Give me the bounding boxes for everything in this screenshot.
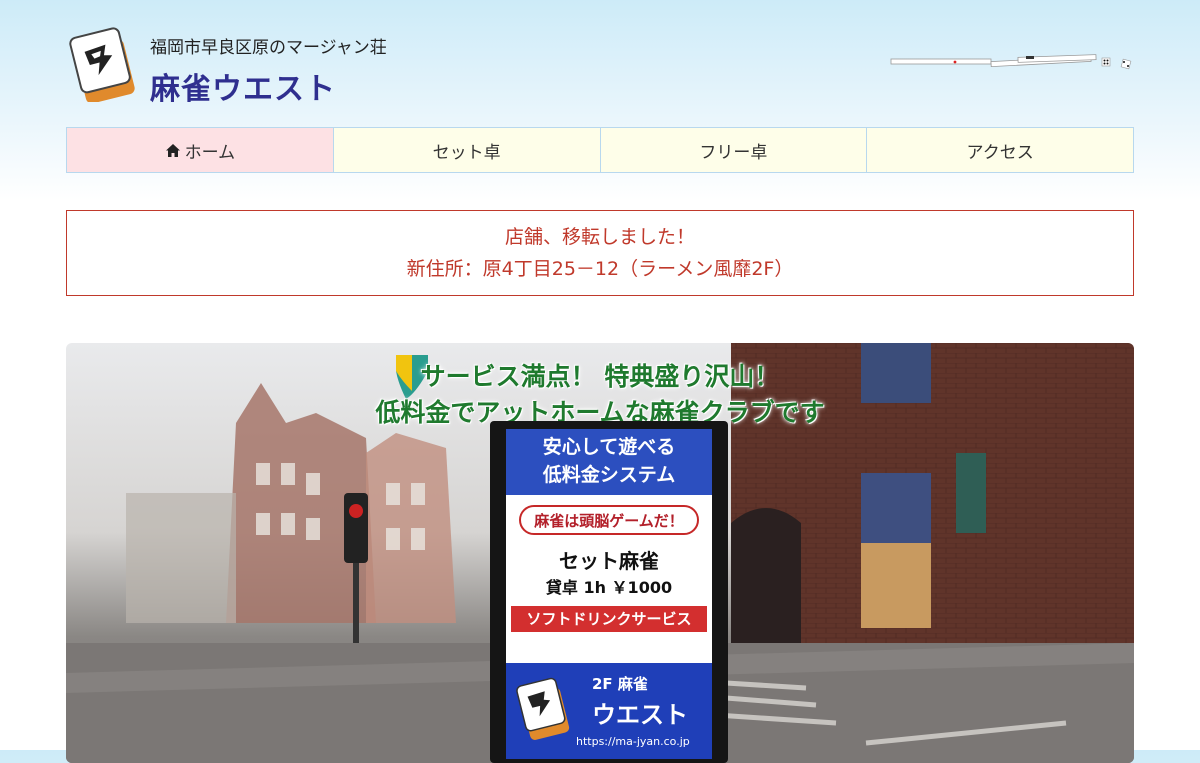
signboard-name: ウエスト: [592, 701, 688, 729]
nav-item-access[interactable]: アクセス: [867, 128, 1133, 172]
relocation-notice: 店舗、移転しました！ 新住所：原4丁目25－12（ラーメン風靡2F）: [66, 210, 1134, 296]
mahjong-tiles-decoration-icon: [890, 54, 1132, 70]
mahjong-tile-icon: [516, 677, 570, 740]
nav-item-label: アクセス: [966, 142, 1034, 163]
nav-item-free-table[interactable]: フリー卓: [600, 128, 868, 172]
signboard-panel: 安心して遊べる 低料金システム 麻雀は頭脳ゲームだ！ セット麻雀 貸卓 1h ￥…: [506, 429, 712, 759]
notice-line-1: 店舗、移転しました！: [504, 226, 695, 248]
notice-line-2: 新住所：原4丁目25－12（ラーメン風靡2F）: [406, 258, 794, 280]
site-tagline: 福岡市早良区原のマージャン荘: [150, 38, 387, 58]
hero-image: サービス満点！ 特典盛り沢山！ 低料金でアットホームな麻雀クラブです 安心して遊…: [66, 343, 1134, 763]
signboard-price: 貸卓 1h ￥1000: [545, 578, 673, 597]
sidewalk-signboard: 安心して遊べる 低料金システム 麻雀は頭脳ゲームだ！ セット麻雀 貸卓 1h ￥…: [490, 421, 728, 763]
signboard-set-title: セット麻雀: [559, 549, 659, 573]
signboard-url: https://ma-jyan.co.jp: [576, 735, 690, 748]
signboard-footer: 2F 麻雀 ウエスト https://ma-jyan.co.jp: [506, 663, 712, 759]
signboard-drink: ソフトドリンクサービス: [511, 606, 707, 632]
nav-item-home[interactable]: ホーム: [67, 128, 334, 172]
nav-item-set-table[interactable]: セット卓: [333, 128, 601, 172]
main-nav: ホーム セット卓 フリー卓 アクセス: [66, 127, 1134, 173]
signboard-header: 安心して遊べる 低料金システム: [506, 429, 712, 495]
nav-item-label: フリー卓: [699, 142, 768, 163]
signboard-top-line-2: 低料金システム: [542, 464, 676, 486]
signboard-floor: 2F 麻雀: [592, 675, 648, 693]
site-logo[interactable]: [66, 26, 138, 104]
nav-item-label: ホーム: [184, 142, 236, 163]
catch-line-1: サービス満点！ 特典盛り沢山！: [420, 362, 780, 391]
mahjong-tile-logo-icon: [69, 27, 135, 104]
signboard-top-line-1: 安心して遊べる: [542, 436, 676, 458]
nav-item-label: セット卓: [432, 142, 501, 163]
signboard-badge: 麻雀は頭脳ゲームだ！: [519, 505, 699, 535]
site-title[interactable]: 麻雀ウエスト: [150, 64, 336, 108]
home-icon: [165, 143, 180, 157]
